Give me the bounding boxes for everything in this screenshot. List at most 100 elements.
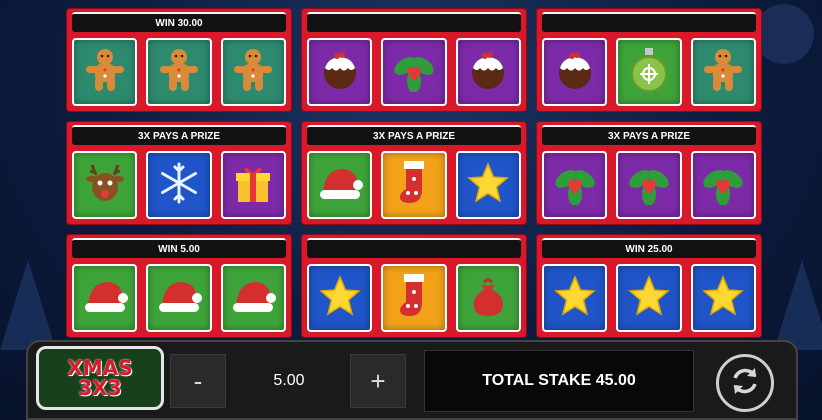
ticket-card[interactable]: WIN 5.00 [66,234,292,338]
ticket-card[interactable] [301,8,527,112]
ticket-banner [542,12,756,32]
decrease-stake-button[interactable]: - [170,354,226,408]
symbol-cell [72,264,138,332]
bauble-icon [627,46,671,99]
symbol-cell [381,264,447,332]
symbol-cell [307,151,373,219]
ticket-card[interactable]: WIN 25.00 [536,234,762,338]
stocking-icon [394,159,434,212]
symbol-cell [542,264,608,332]
santa-hat-icon [154,276,204,321]
gingerbread-icon [701,47,745,98]
symbol-cell [146,264,212,332]
total-stake-display: TOTAL STAKE 45.00 [424,350,694,412]
symbol-row [307,151,521,219]
star-icon [701,274,745,323]
ticket-banner: 3X PAYS A PRIZE [542,125,756,145]
symbol-row [542,38,756,106]
symbol-row [542,264,756,332]
stocking-icon [394,272,434,325]
ticket-banner-text: WIN 30.00 [155,17,203,29]
symbol-cell [690,151,756,219]
symbol-cell [381,151,447,219]
symbol-cell [542,38,608,106]
ticket-banner-text: 3X PAYS A PRIZE [137,130,221,142]
star-icon [318,274,362,323]
ticket-card[interactable]: 3X PAYS A PRIZE [301,121,527,225]
symbol-cell [455,151,521,219]
ticket-card[interactable] [536,8,762,112]
symbol-cell [220,38,286,106]
refresh-icon [728,364,762,403]
ticket-card[interactable]: WIN 30.00 [66,8,292,112]
plus-icon: + [370,365,386,396]
spin-button[interactable] [716,354,774,412]
symbol-cell [146,38,212,106]
symbol-cell [381,38,447,106]
holly-icon [701,161,745,210]
symbol-row [72,151,286,219]
ticket-card[interactable] [301,234,527,338]
symbol-cell [542,151,608,219]
symbol-cell [220,264,286,332]
moon-decoration [754,4,814,64]
symbol-cell [455,264,521,332]
symbol-cell [690,38,756,106]
stake-value: 5.00 [273,372,305,389]
symbol-cell [616,264,682,332]
pudding-icon [466,48,510,97]
symbol-row [542,151,756,219]
symbol-cell [307,38,373,106]
symbol-cell [616,151,682,219]
increase-stake-button[interactable]: + [350,354,406,408]
minus-icon: - [193,365,203,396]
symbol-cell [72,38,138,106]
ticket-banner: 3X PAYS A PRIZE [72,125,286,145]
ticket-card[interactable]: 3X PAYS A PRIZE [66,121,292,225]
gingerbread-icon [157,47,201,98]
control-bar: XMAS 3X3 - 5.00 + TOTAL STAKE 45.00 [26,340,798,420]
symbol-cell [307,264,373,332]
star-icon [627,274,671,323]
pudding-icon [318,48,362,97]
symbol-row [307,264,521,332]
symbol-cell [616,38,682,106]
logo-line-2: 3X3 [78,376,122,400]
pudding-icon [553,48,597,97]
star-icon [553,274,597,323]
game-logo: XMAS 3X3 [36,346,164,410]
ticket-banner-text: WIN 5.00 [158,243,200,255]
gift-icon [231,161,275,210]
ticket-banner-text: 3X PAYS A PRIZE [607,130,691,142]
logo-line-1: XMAS [67,356,133,380]
symbol-row [307,38,521,106]
ticket-banner-text: WIN 25.00 [625,243,673,255]
ticket-card[interactable]: 3X PAYS A PRIZE [536,121,762,225]
background-tree [0,260,56,350]
symbol-row [72,38,286,106]
symbol-cell [455,38,521,106]
symbol-row [72,264,286,332]
sack-icon [466,274,510,323]
symbol-cell [220,151,286,219]
ticket-banner: WIN 25.00 [542,238,756,258]
ticket-banner-text: 3X PAYS A PRIZE [372,130,456,142]
symbol-cell [72,151,138,219]
holly-icon [392,48,436,97]
ticket-banner: WIN 5.00 [72,238,286,258]
symbol-cell [690,264,756,332]
ticket-banner: WIN 30.00 [72,12,286,32]
santa-hat-icon [80,276,130,321]
ticket-banner [307,12,521,32]
gingerbread-icon [83,47,127,98]
background-tree [774,260,822,350]
symbol-cell [146,151,212,219]
reindeer-icon [82,161,128,210]
scratch-card-grid: WIN 30.00 3X PAYS A PRIZE 3X PAYS A PRIZ… [66,8,762,338]
santa-hat-icon [315,163,365,208]
holly-icon [553,161,597,210]
santa-hat-icon [228,276,278,321]
snowflake-icon [157,161,201,210]
holly-icon [627,161,671,210]
ticket-banner: 3X PAYS A PRIZE [307,125,521,145]
